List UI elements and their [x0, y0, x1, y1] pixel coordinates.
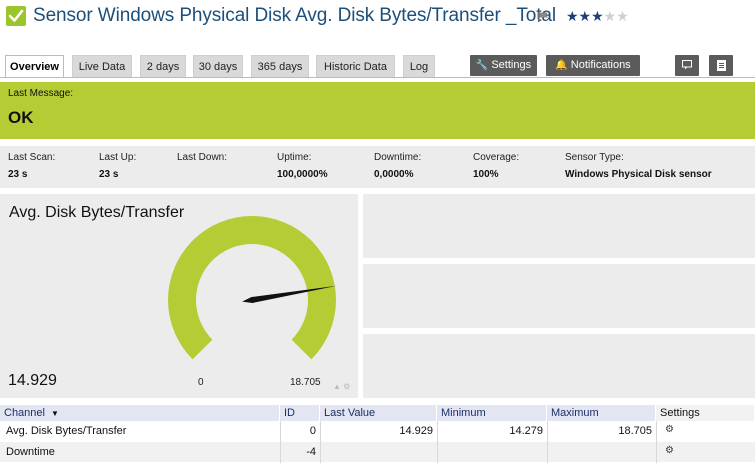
stat-value: 0,0000%	[374, 169, 414, 180]
print-button[interactable]	[709, 55, 733, 76]
side-panel-bottom	[363, 334, 755, 398]
cell-minimum: 14.279	[509, 425, 543, 437]
table-row[interactable]: Downtime -4 ⚙	[0, 442, 755, 462]
stat-last-down: Last Down:	[177, 152, 227, 169]
star-empty-icon[interactable]: ★★	[604, 8, 629, 24]
stat-value: 23 s	[8, 169, 28, 180]
stat-last-scan: Last Scan: 23 s	[8, 152, 55, 180]
tab-overview[interactable]: Overview	[5, 55, 64, 78]
column-maximum[interactable]: Maximum	[547, 405, 656, 421]
tabs-divider	[0, 77, 755, 78]
gauge-min-label: 0	[198, 377, 204, 388]
column-divider	[320, 421, 321, 463]
notifications-button[interactable]: 🔔 Notifications	[546, 55, 640, 76]
gear-icon[interactable]: ⚙	[665, 445, 674, 456]
gauge-dial	[168, 216, 337, 360]
column-channel[interactable]: Channel ▼	[0, 405, 280, 421]
last-message-label: Last Message:	[8, 88, 74, 99]
stat-label: Downtime:	[374, 152, 422, 163]
column-channel-label: Channel	[4, 407, 45, 419]
stat-value: 23 s	[99, 169, 119, 180]
column-id[interactable]: ID	[280, 405, 320, 421]
table-row[interactable]: Avg. Disk Bytes/Transfer 0 14.929 14.279…	[0, 421, 755, 441]
column-last-value[interactable]: Last Value	[320, 405, 437, 421]
side-panel-middle	[363, 264, 755, 328]
settings-button-label: Settings	[491, 59, 532, 71]
tab-log[interactable]: Log	[403, 55, 435, 77]
stat-value: 100,0000%	[277, 169, 328, 180]
tab-2-days[interactable]: 2 days	[140, 55, 186, 77]
stat-label: Last Up:	[99, 152, 137, 163]
column-divider	[437, 421, 438, 463]
settings-button[interactable]: 🔧 Settings	[470, 55, 537, 76]
cell-maximum: 18.705	[618, 425, 652, 437]
stat-label: Uptime:	[277, 152, 312, 163]
last-message-value: OK	[8, 108, 34, 127]
sensor-stats: Last Scan: 23 s Last Up: 23 s Last Down:…	[0, 146, 755, 188]
gauge-title: Avg. Disk Bytes/Transfer	[9, 204, 185, 221]
cell-id: 0	[309, 425, 316, 437]
stat-label: Last Down:	[177, 152, 228, 163]
gauge-panel: Avg. Disk Bytes/Transfer 14.929 0 18.705…	[0, 194, 358, 398]
tab-bar: Overview Live Data 2 days 30 days 365 da…	[0, 55, 755, 78]
gauge-max-label: 18.705	[290, 377, 321, 388]
gauge-current-value: 14.929	[8, 372, 57, 389]
wrench-icon: 🔧	[475, 60, 489, 71]
column-divider	[547, 421, 548, 463]
tab-historic-data[interactable]: Historic Data	[316, 55, 395, 77]
stat-label: Last Scan:	[8, 152, 56, 163]
page-title: Sensor Windows Physical Disk Avg. Disk B…	[33, 5, 557, 26]
tab-live-data[interactable]: Live Data	[72, 55, 132, 77]
document-icon	[716, 60, 726, 71]
stat-uptime: Uptime: 100,0000%	[277, 152, 328, 180]
gauge-arc	[168, 216, 336, 360]
cell-last-value	[320, 442, 437, 462]
tab-365-days[interactable]: 365 days	[251, 55, 309, 77]
stat-downtime: Downtime: 0,0000%	[374, 152, 421, 180]
stat-last-up: Last Up: 23 s	[99, 152, 136, 180]
cell-minimum	[437, 442, 547, 462]
stat-label: Coverage:	[473, 152, 520, 163]
comments-button[interactable]	[675, 55, 699, 76]
stat-label: Sensor Type:	[565, 152, 624, 163]
gauge-tools-icon[interactable]: ▲ ⚙	[333, 382, 350, 391]
comment-icon	[682, 60, 692, 70]
cell-maximum	[547, 442, 656, 462]
cell-last-value: 14.929	[399, 425, 433, 437]
sensor-header: Sensor Windows Physical Disk Avg. Disk B…	[0, 0, 755, 36]
flag-icon[interactable]	[538, 12, 549, 22]
notifications-button-label: Notifications	[570, 59, 631, 71]
cell-id: -4	[306, 446, 316, 458]
column-minimum[interactable]: Minimum	[437, 405, 547, 421]
stat-coverage: Coverage: 100%	[473, 152, 519, 180]
sort-desc-icon[interactable]: ▼	[51, 409, 59, 418]
priority-rating[interactable]: ★★★★★	[566, 8, 629, 25]
stat-sensor-type: Sensor Type: Windows Physical Disk senso…	[565, 152, 712, 180]
last-message-banner: Last Message: OK	[0, 82, 755, 139]
star-filled-icon[interactable]: ★★★	[566, 8, 604, 24]
column-divider	[280, 421, 281, 463]
bell-icon: 🔔	[555, 60, 568, 71]
gear-icon[interactable]: ⚙	[665, 424, 674, 435]
column-divider	[656, 421, 657, 463]
status-ok-icon	[6, 6, 26, 26]
table-header: Channel ▼ ID Last Value Minimum Maximum …	[0, 405, 755, 421]
column-settings: Settings	[656, 405, 755, 421]
cell-channel[interactable]: Downtime	[6, 442, 276, 462]
cell-channel[interactable]: Avg. Disk Bytes/Transfer	[6, 421, 276, 441]
stat-value: Windows Physical Disk sensor	[565, 169, 712, 180]
tab-30-days[interactable]: 30 days	[193, 55, 243, 77]
stat-value: 100%	[473, 169, 499, 180]
side-panel-top	[363, 194, 755, 258]
